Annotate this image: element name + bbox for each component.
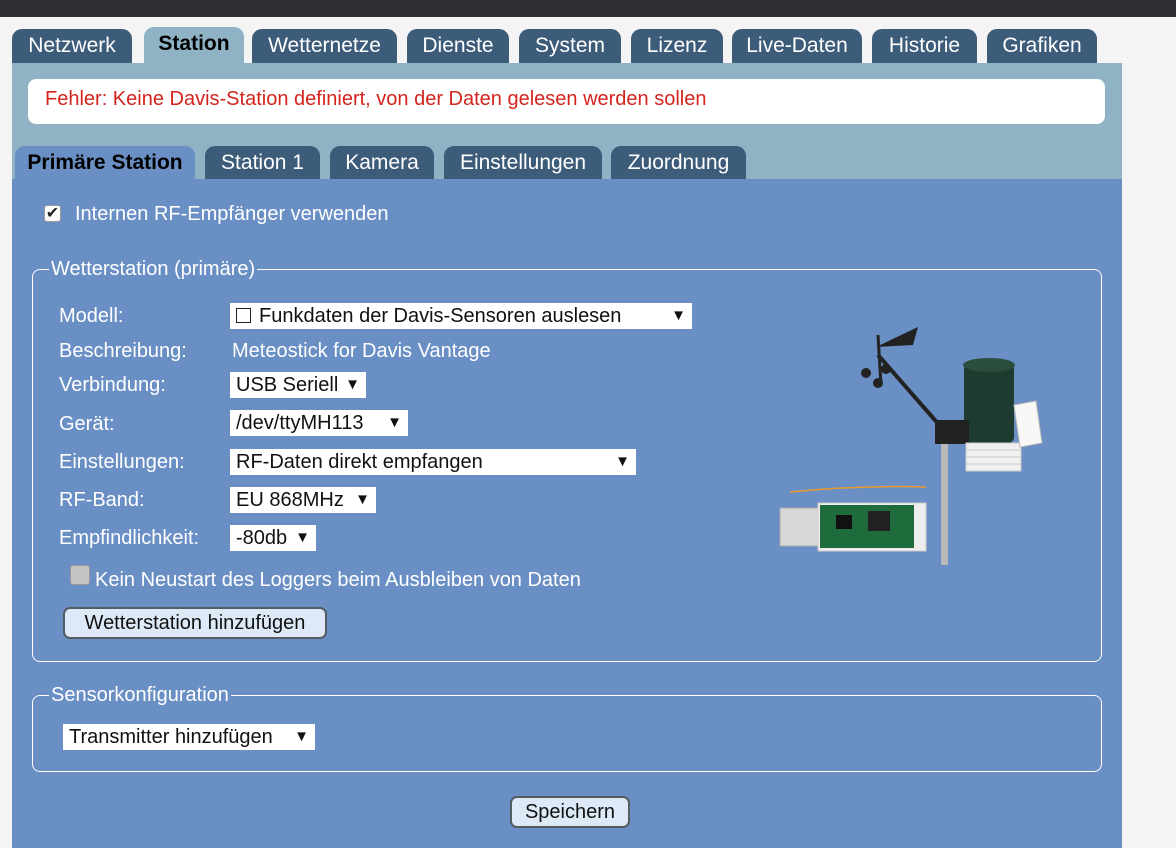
weather-station-legend: Wetterstation (primäre) (51, 258, 256, 280)
tab-netzwerk[interactable]: Netzwerk (12, 29, 132, 63)
tab-station[interactable]: Station (144, 27, 244, 63)
description-value: Meteostick for Davis Vantage (232, 340, 491, 362)
chevron-down-icon: ▼ (671, 307, 686, 324)
antenna-wire (789, 485, 927, 493)
tab-zuordnung[interactable]: Zuordnung (611, 146, 746, 179)
tab-grafiken[interactable]: Grafiken (987, 29, 1097, 63)
mast-pole (941, 435, 948, 565)
sensor-housing (935, 420, 969, 444)
tab-historie[interactable]: Historie (872, 29, 977, 63)
connection-select-value: USB Seriell (236, 374, 339, 396)
model-label: Modell: (59, 305, 124, 327)
weather-station-illustration (779, 327, 1043, 565)
tab-kamera[interactable]: Kamera (330, 146, 434, 179)
no-restart-checkbox[interactable] (70, 565, 90, 585)
internal-rf-label: Internen RF-Empfänger verwenden (75, 203, 389, 225)
connection-select[interactable]: USB Seriell ▼ (230, 372, 366, 398)
transmitter-select-value: Transmitter hinzufügen (69, 726, 273, 748)
model-select[interactable]: Funkdaten der Davis-Sensoren auslesen ▼ (230, 303, 692, 329)
tab-station-1[interactable]: Station 1 (205, 146, 320, 179)
tab-dienste[interactable]: Dienste (407, 29, 509, 63)
tab-primaere-station[interactable]: Primäre Station (15, 146, 195, 179)
rf-band-select-value: EU 868MHz (236, 489, 344, 511)
sensor-config-legend: Sensorkonfiguration (51, 684, 229, 706)
add-weather-station-button[interactable]: Wetterstation hinzufügen (63, 607, 327, 639)
transmitter-select[interactable]: Transmitter hinzufügen ▼ (63, 724, 315, 750)
wind-vane (876, 327, 918, 347)
tab-system[interactable]: System (519, 29, 621, 63)
chevron-down-icon: ▼ (355, 491, 370, 508)
tab-live-daten[interactable]: Live-Daten (732, 29, 862, 63)
model-box-icon (236, 308, 251, 323)
model-select-value: Funkdaten der Davis-Sensoren auslesen (259, 305, 622, 327)
no-restart-label: Kein Neustart des Loggers beim Ausbleibe… (95, 569, 581, 591)
connection-label: Verbindung: (59, 374, 166, 396)
usb-circuit-board (820, 505, 914, 548)
chevron-down-icon: ▼ (294, 728, 309, 745)
sensitivity-select-value: -80db (236, 527, 288, 549)
chevron-down-icon: ▼ (295, 529, 310, 546)
error-message: Fehler: Keine Davis-Station definiert, v… (28, 79, 1105, 124)
main-tab-bar: Netzwerk Station Wetternetze Dienste Sys… (12, 27, 1122, 63)
tab-einstellungen[interactable]: Einstellungen (444, 146, 602, 179)
chevron-down-icon: ▼ (615, 453, 630, 470)
device-select[interactable]: /dev/ttyMH113 ▼ (230, 410, 408, 436)
sensitivity-label: Empfindlichkeit: (59, 527, 200, 549)
anemometer-cup (881, 364, 891, 374)
settings-select[interactable]: RF-Daten direkt empfangen ▼ (230, 449, 636, 475)
settings-label: Einstellungen: (59, 451, 185, 473)
rf-band-select[interactable]: EU 868MHz ▼ (230, 487, 376, 513)
device-select-value: /dev/ttyMH113 (236, 412, 364, 434)
chevron-down-icon: ▼ (345, 376, 360, 393)
usb-connector (779, 507, 821, 547)
save-button[interactable]: Speichern (510, 796, 630, 828)
chevron-down-icon: ▼ (387, 414, 402, 431)
settings-select-value: RF-Daten direkt empfangen (236, 451, 483, 473)
anemometer-cup (873, 378, 883, 388)
sensitivity-select[interactable]: -80db ▼ (230, 525, 316, 551)
device-label: Gerät: (59, 413, 115, 435)
rain-collector (964, 363, 1014, 443)
tab-wetternetze[interactable]: Wetternetze (252, 29, 397, 63)
station-panel: Fehler: Keine Davis-Station definiert, v… (12, 63, 1122, 179)
vane-post (876, 334, 883, 386)
tab-lizenz[interactable]: Lizenz (631, 29, 723, 63)
anemometer-cup (861, 368, 871, 378)
rf-band-label: RF-Band: (59, 489, 145, 511)
browser-top-bar (0, 0, 1176, 17)
internal-rf-checkbox[interactable]: ✔ (44, 205, 61, 222)
sub-tab-bar: Primäre Station Station 1 Kamera Einstel… (12, 146, 1122, 179)
description-label: Beschreibung: (59, 340, 187, 362)
solar-panel (1013, 400, 1043, 448)
